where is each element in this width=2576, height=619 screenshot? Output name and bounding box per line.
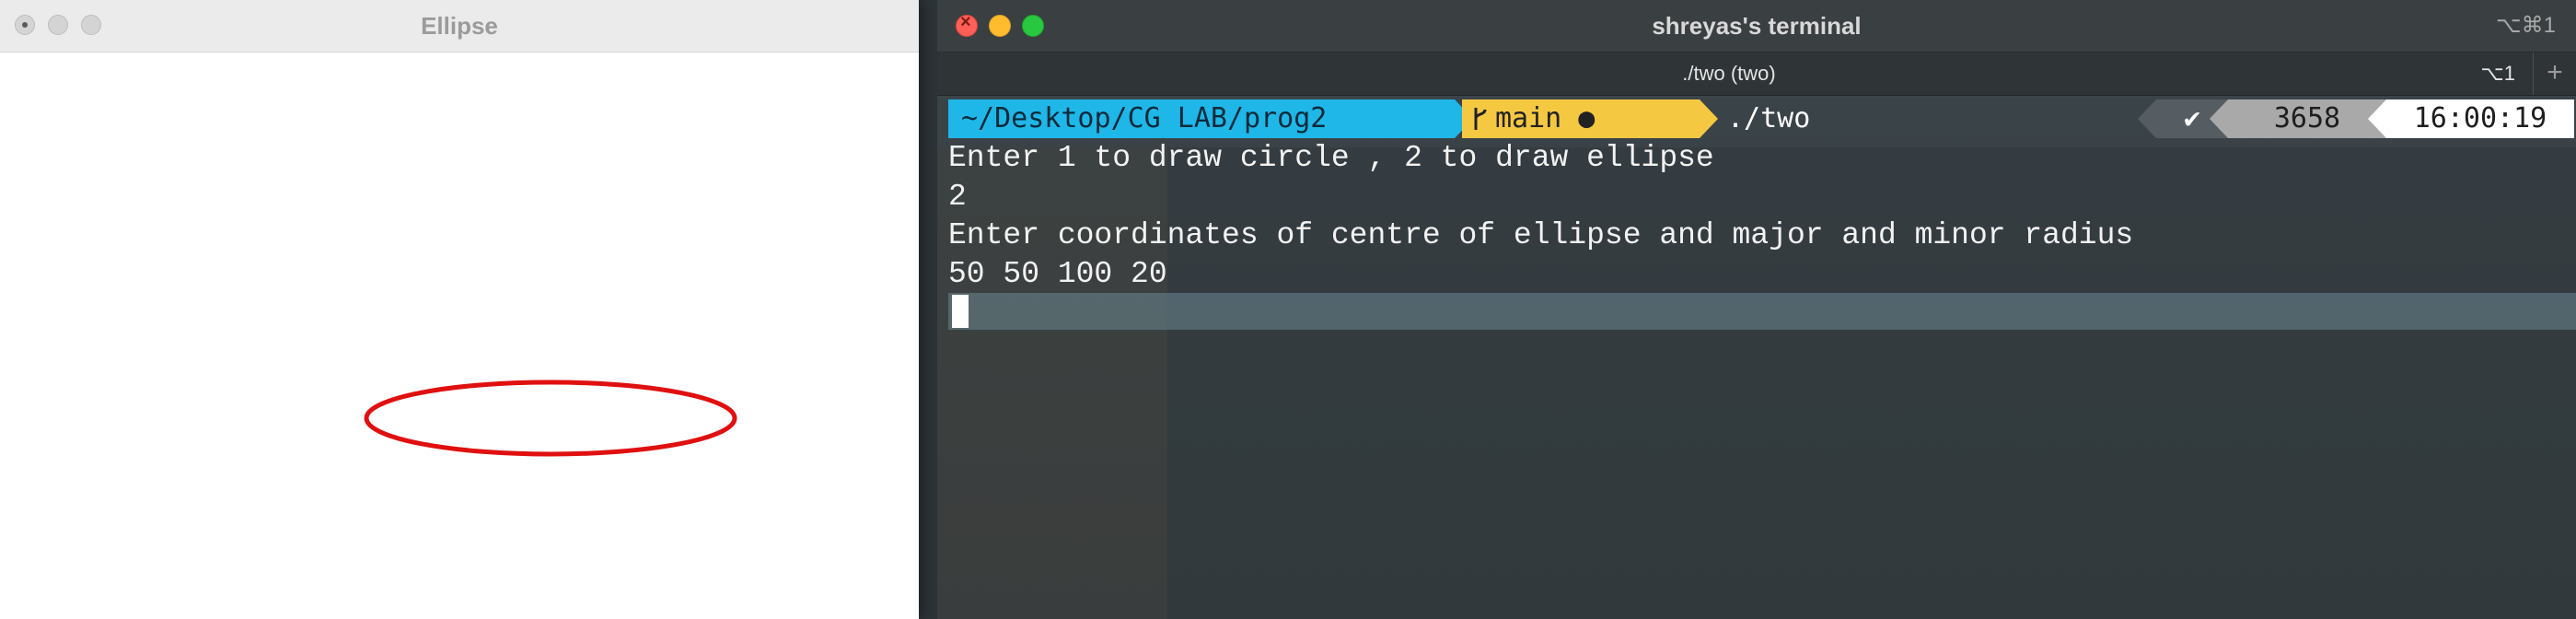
tab-bar: ./two (two) ⌥1 + <box>937 53 2576 96</box>
prompt-pid: 3658 <box>2228 99 2386 138</box>
git-branch: main ● <box>1495 102 1595 134</box>
new-tab-button[interactable]: + <box>2533 53 2576 95</box>
window-shortcut: ⌥⌘1 <box>2495 13 2556 38</box>
ellipse-titlebar[interactable]: Ellipse <box>0 0 919 53</box>
output-line: 50 50 100 20 <box>948 257 1167 291</box>
prompt-git-segment: main ● <box>1462 99 1700 138</box>
tab-two[interactable]: ./two (two) <box>937 53 2521 95</box>
prompt-path: ~/Desktop/CG LAB/prog2 <box>948 99 1455 138</box>
shell-prompt: ~/Desktop/CG LAB/prog2 main ● ./two ✔ 36… <box>948 99 2576 138</box>
ellipse-shape <box>364 380 737 457</box>
window-title: Ellipse <box>421 12 498 40</box>
ellipse-window: Ellipse <box>0 0 919 619</box>
prompt-command: ./two <box>1727 102 1811 134</box>
prompt-separator <box>2210 99 2228 138</box>
tab-shortcut: ⌥1 <box>2480 62 2515 85</box>
terminal-titlebar[interactable]: shreyas's terminal ⌥⌘1 <box>937 0 2576 53</box>
terminal-window: shreyas's terminal ⌥⌘1 ./two (two) ⌥1 + … <box>937 0 2576 619</box>
text-cursor <box>952 295 969 328</box>
prompt-separator <box>2138 99 2156 138</box>
prompt-separator <box>2368 99 2386 138</box>
branch-icon <box>1474 108 1487 130</box>
window-title: shreyas's terminal <box>1652 12 1862 40</box>
drawing-canvas <box>0 53 919 619</box>
prompt-separator <box>1700 99 1718 138</box>
output-line: Enter coordinates of centre of ellipse a… <box>948 218 2134 252</box>
output-line: 2 <box>948 180 967 214</box>
output-line: Enter 1 to draw circle , 2 to draw ellip… <box>948 141 1714 175</box>
prompt-time: 16:00:19 <box>2386 99 2574 138</box>
input-line[interactable] <box>948 293 2576 330</box>
